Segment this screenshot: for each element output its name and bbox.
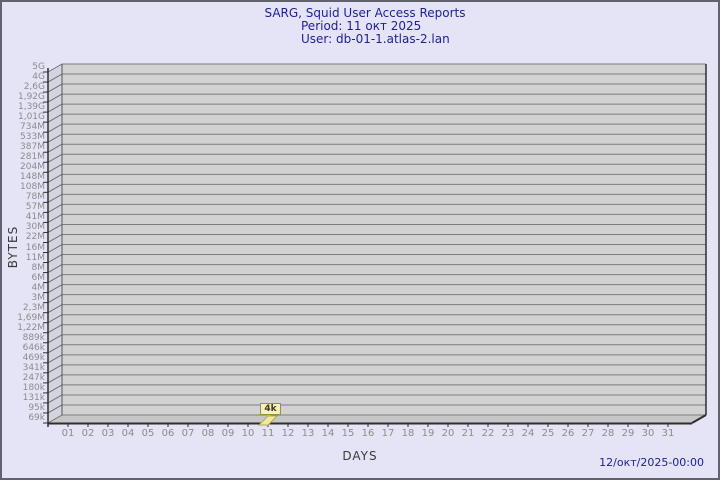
sarg-report-chart: SARG, Squid User Access Reports Period: … — [0, 0, 720, 480]
y-tick-label: 1,69M — [0, 313, 45, 323]
y-tick-label: 3M — [0, 293, 45, 303]
y-tick-label: 4G — [0, 72, 45, 82]
y-tick-label: 1,22M — [0, 323, 45, 333]
y-tick-label: 247k — [0, 373, 45, 383]
chart-canvas-area: SARG, Squid User Access Reports Period: … — [0, 0, 720, 480]
y-axis-title: BYTES — [6, 207, 22, 287]
y-tick-label: 646k — [0, 343, 45, 353]
y-tick-label: 1,92G — [0, 92, 45, 102]
y-tick-label: 148M — [0, 172, 45, 182]
y-tick-label: 5G — [0, 62, 45, 72]
y-tick-label: 2,6G — [0, 82, 45, 92]
y-tick-label: 69k — [0, 413, 45, 423]
y-tick-label: 180k — [0, 383, 45, 393]
y-tick-label: 1,01G — [0, 112, 45, 122]
bar-value-callout: 4k — [260, 403, 281, 415]
y-tick-label: 95k — [0, 403, 45, 413]
y-tick-label: 108M — [0, 182, 45, 192]
y-tick-label: 131k — [0, 393, 45, 403]
y-tick-label: 281M — [0, 152, 45, 162]
y-tick-label: 2,3M — [0, 303, 45, 313]
generated-timestamp: 12/окт/2025-00:00 — [599, 456, 704, 469]
x-axis-title: DAYS — [300, 449, 420, 463]
y-tick-label: 1,39G — [0, 102, 45, 112]
y-tick-label: 734M — [0, 122, 45, 132]
bytes-per-day-plot — [0, 0, 720, 480]
x-tick-label: 31 — [656, 428, 680, 439]
y-tick-label: 387M — [0, 142, 45, 152]
y-tick-label: 78M — [0, 192, 45, 202]
y-tick-label: 889k — [0, 333, 45, 343]
y-tick-label: 341k — [0, 363, 45, 373]
y-tick-label: 469k — [0, 353, 45, 363]
y-tick-label: 533M — [0, 132, 45, 142]
y-tick-label: 204M — [0, 162, 45, 172]
